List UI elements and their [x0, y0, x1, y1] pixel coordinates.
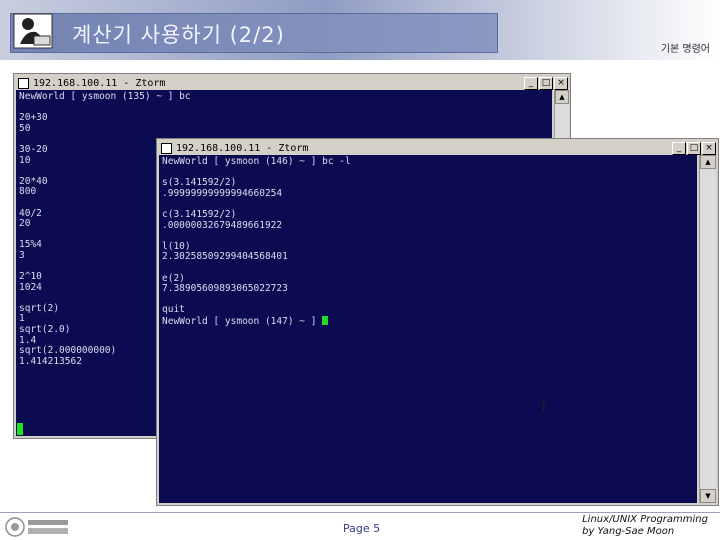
scroll-down-arrow-icon[interactable]: ▼: [700, 489, 716, 503]
course-title: Linux/UNIX Programming: [582, 514, 708, 525]
window-title: 192.168.100.11 - Ztorm: [176, 142, 309, 154]
footer-divider: [0, 512, 720, 513]
vertical-scrollbar-front[interactable]: ▲ ▼: [699, 155, 716, 503]
minimize-button[interactable]: _: [672, 141, 686, 155]
terminal-app-icon[interactable]: [18, 77, 29, 89]
scroll-up-arrow-icon[interactable]: ▲: [700, 155, 716, 169]
course-author: by Yang-Sae Moon: [582, 526, 675, 537]
close-button[interactable]: ×: [702, 141, 716, 155]
terminal-window-front: 192.168.100.11 - Ztorm _ □ × NewWorld [ …: [156, 138, 719, 506]
maximize-button[interactable]: □: [539, 76, 553, 90]
window-title: 192.168.100.11 - Ztorm: [33, 77, 166, 89]
minimize-button[interactable]: _: [524, 76, 538, 90]
terminal-app-icon[interactable]: [161, 142, 172, 154]
text-cursor-ibeam-icon: I: [541, 400, 547, 416]
terminal-cursor-back: [17, 423, 23, 435]
close-button[interactable]: ×: [554, 76, 568, 90]
slide-title: 계산기 사용하기 (2/2): [72, 23, 285, 47]
slide-subtitle: 기본 명령어: [660, 44, 710, 55]
university-logo-icon: [5, 517, 68, 537]
course-credit: Linux/UNIX Programming by Yang-Sae Moon: [582, 514, 708, 538]
maximize-button[interactable]: □: [687, 141, 701, 155]
terminal-cursor-front: [322, 315, 329, 325]
scroll-up-arrow-icon[interactable]: ▲: [555, 90, 569, 104]
window-titlebar[interactable]: 192.168.100.11 - Ztorm _ □ ×: [159, 141, 716, 155]
page-number: Page 5: [343, 522, 381, 535]
terminal-output-front[interactable]: NewWorld [ ysmoon (146) ~ ] bc -l s(3.14…: [159, 155, 697, 503]
window-titlebar[interactable]: 192.168.100.11 - Ztorm _ □ ×: [16, 76, 568, 90]
reader-logo-icon: [13, 13, 53, 49]
terminal-text-front: NewWorld [ ysmoon (146) ~ ] bc -l s(3.14…: [162, 156, 351, 327]
